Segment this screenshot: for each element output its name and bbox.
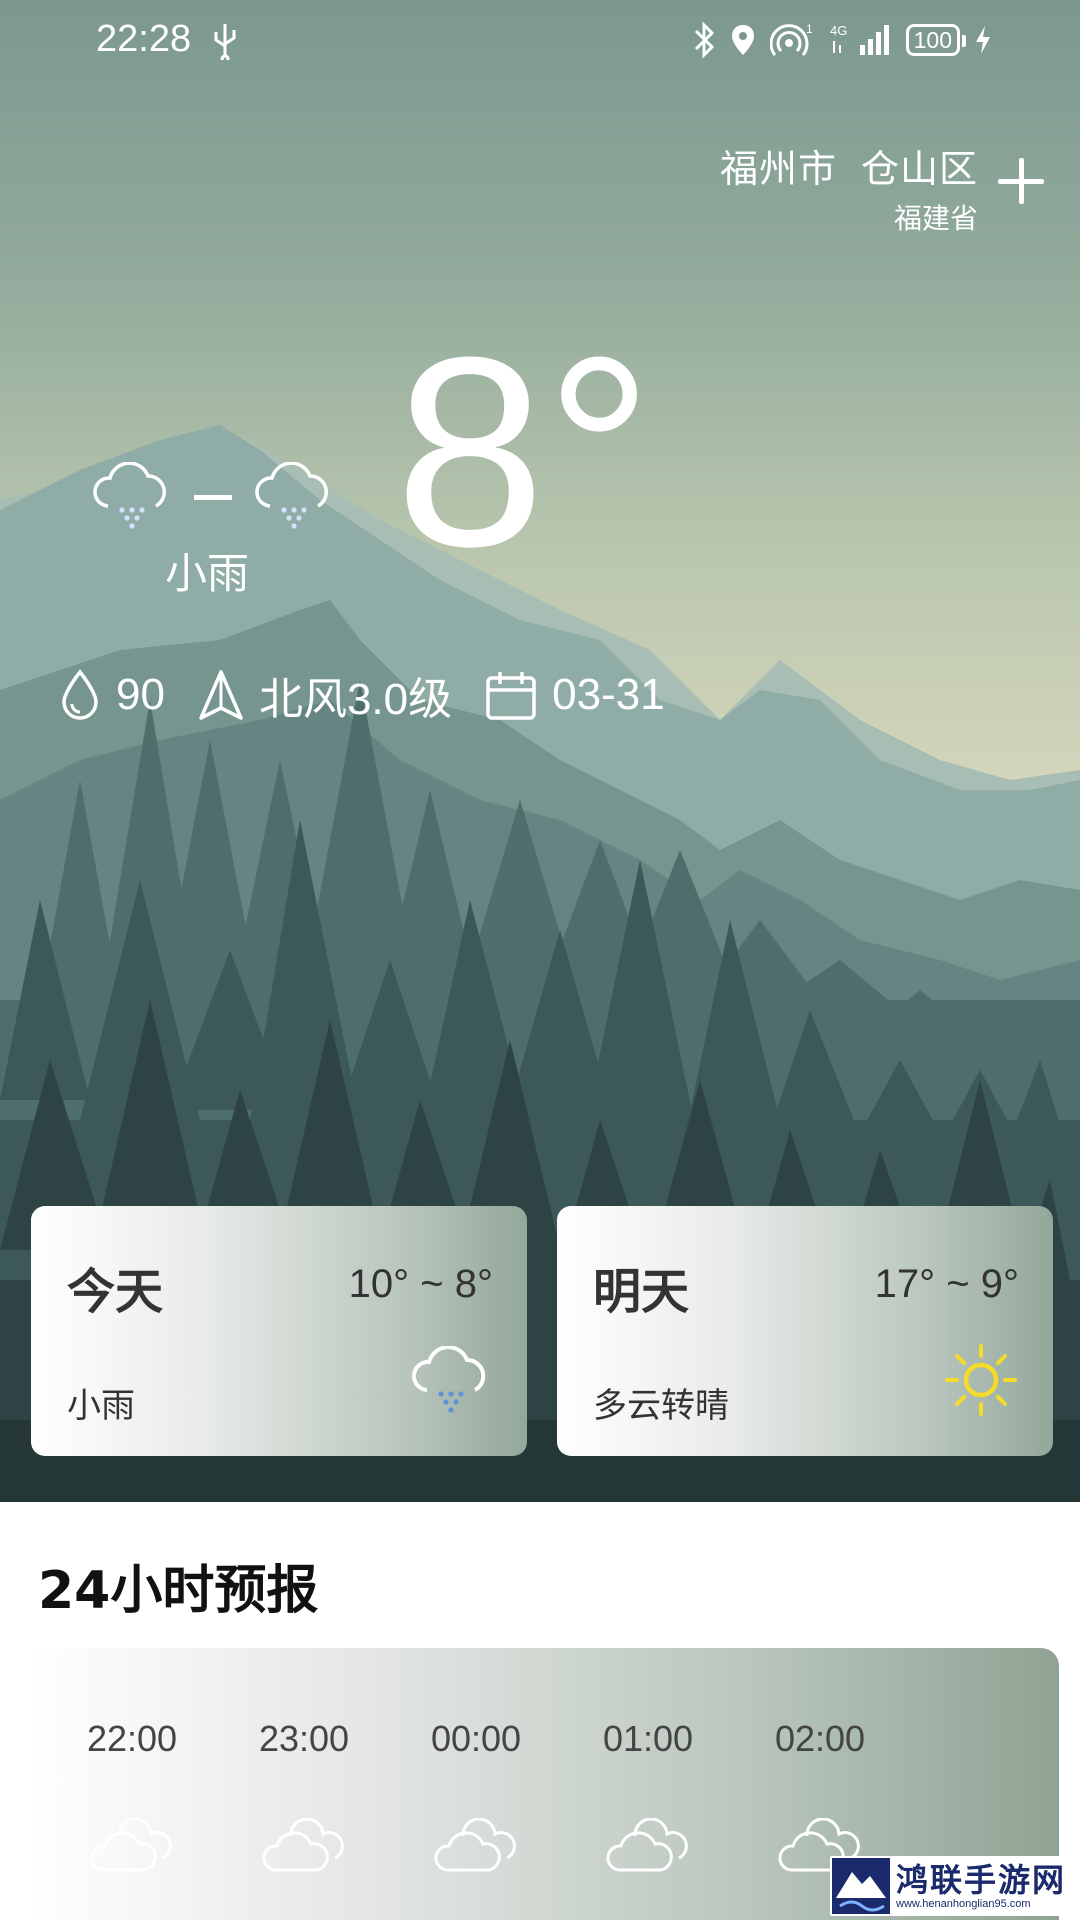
battery-icon: 100 (905, 24, 967, 56)
card-condition: 多云转晴 (593, 1386, 729, 1426)
calendar-icon (486, 672, 536, 720)
current-condition: 小雨 (165, 549, 250, 598)
cloudy-icon (90, 1818, 172, 1872)
humidity-drop-icon (62, 669, 98, 720)
wind-value: 北风3.0级 (258, 675, 453, 724)
hourly-section-title: 24小时预报 (38, 1561, 319, 1621)
date-value: 03-31 (552, 670, 665, 719)
wind-direction-icon (199, 670, 243, 720)
province-name: 福建省 (893, 202, 978, 235)
humidity-value: 90 (116, 670, 165, 719)
watermark-url: www.henanhonglian95.com (896, 1898, 1031, 1910)
charging-icon (976, 26, 990, 54)
district-name: 仓山区 (860, 147, 978, 191)
card-day: 明天 (593, 1264, 690, 1320)
add-city-button[interactable] (998, 156, 1048, 206)
cloudy-icon (262, 1818, 344, 1872)
sun-icon (945, 1344, 1017, 1416)
card-temp-range: 10° ~ 8° (348, 1262, 493, 1306)
humidity-item: 90 (58, 668, 165, 722)
cloudy-icon (434, 1818, 516, 1872)
tomorrow-forecast-card[interactable]: 明天 17° ~ 9° 多云转晴 (557, 1206, 1053, 1456)
location-pin-icon (731, 25, 754, 55)
hour-time: 02:00 (774, 1718, 866, 1759)
weather-details: 90 北风3.0级 03-31 (58, 663, 665, 727)
status-bar: 22:28 1 4G 100 (0, 0, 1080, 84)
range-dash (194, 494, 232, 500)
current-temperature: 8° (395, 302, 654, 603)
signal-4g-icon: 4G (830, 23, 889, 55)
card-day: 今天 (67, 1264, 164, 1320)
bluetooth-icon (694, 22, 714, 58)
wind-item: 北风3.0级 (197, 663, 452, 727)
city-name: 福州市 (719, 147, 837, 191)
watermark-logo-icon (832, 1858, 890, 1914)
clock: 22:28 (96, 18, 192, 60)
usb-icon (214, 24, 236, 60)
weather-hero: 22:28 1 4G 100 福州市 仓山区 福建省 小雨 8° 90 北风3.… (0, 0, 1080, 1502)
network-type: 4G (830, 23, 847, 38)
light-rain-icon (93, 462, 166, 529)
hotspot-icon: 1 (769, 22, 813, 56)
date-item: 03-31 (484, 668, 665, 722)
location-display[interactable]: 福州市 仓山区 福建省 (720, 138, 978, 237)
watermark-title: 鸿联手游网 (896, 1861, 1067, 1899)
today-forecast-card[interactable]: 今天 10° ~ 8° 小雨 (31, 1206, 527, 1456)
site-watermark: 鸿联手游网 www.henanhonglian95.com (830, 1856, 1074, 1916)
signal-superscript: 1 (806, 22, 813, 36)
cloudy-icon (606, 1818, 688, 1872)
light-rain-icon (255, 462, 328, 529)
condition-icons (90, 462, 336, 532)
card-condition: 小雨 (67, 1386, 135, 1426)
light-rain-icon (411, 1346, 486, 1413)
card-temp-range: 17° ~ 9° (874, 1262, 1019, 1306)
